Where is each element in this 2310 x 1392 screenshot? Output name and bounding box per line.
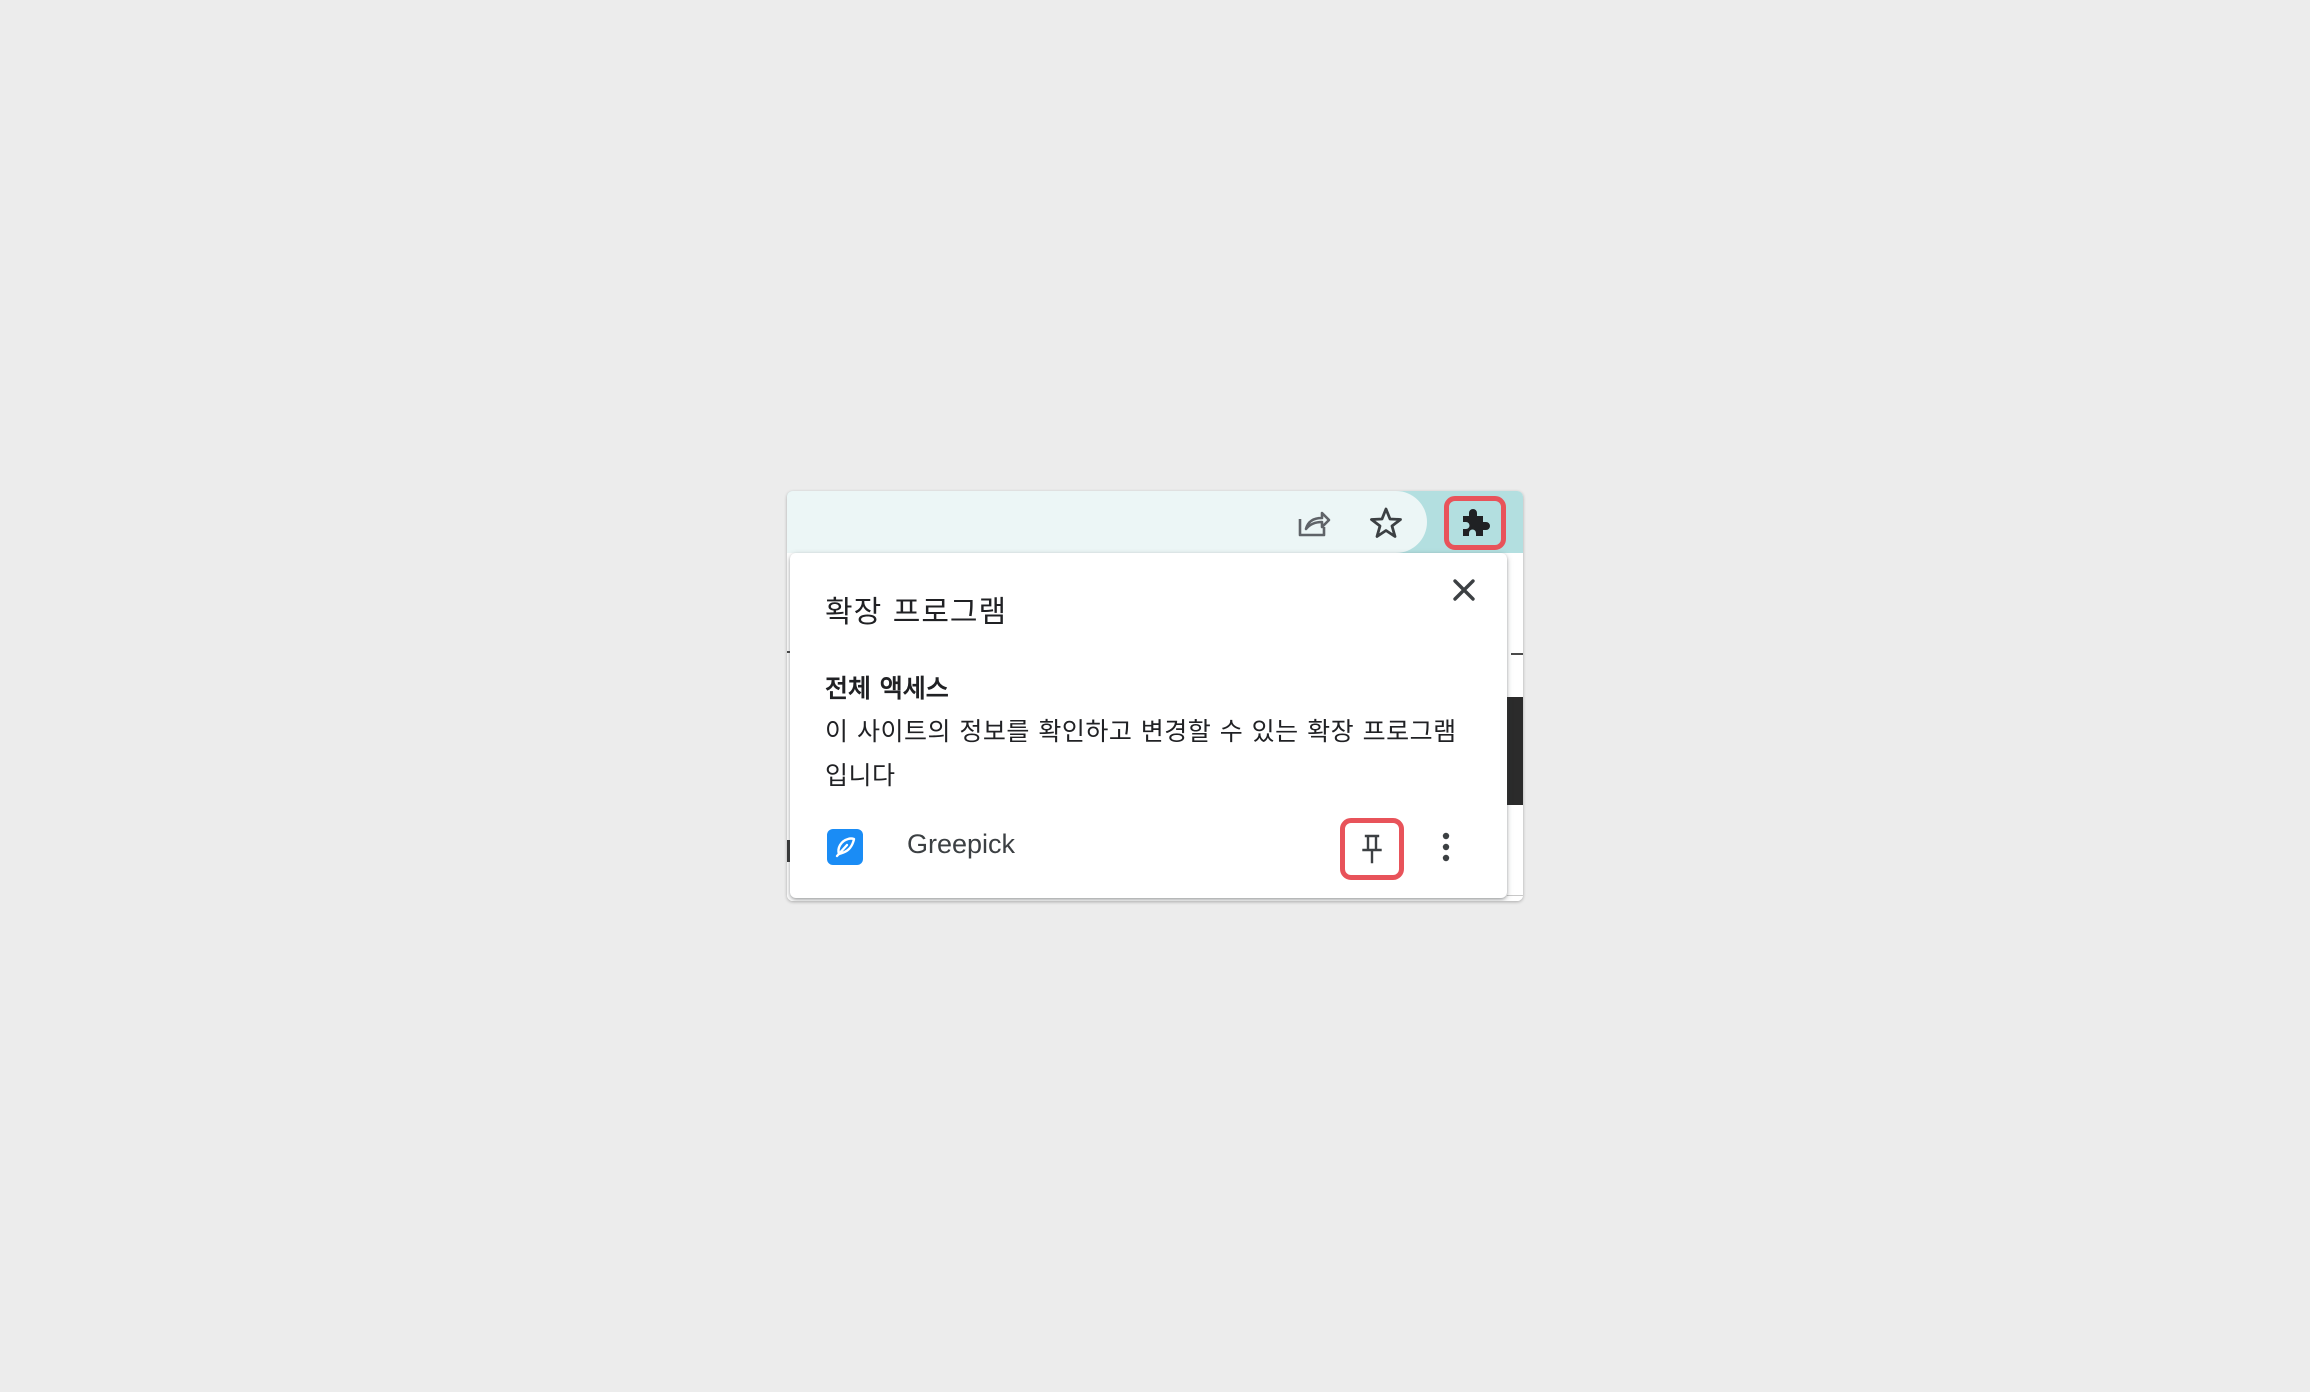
screenshot-stage: 확장 프로그램 전체 액세스 이 사이트의 정보를 확인하고 변경할 수 있는 …	[0, 0, 2310, 1392]
more-vertical-icon	[1442, 832, 1450, 862]
extension-more-options-button[interactable]	[1426, 827, 1466, 867]
page-dark-banner	[1507, 697, 1523, 805]
extension-name: Greepick	[907, 829, 1016, 859]
greepick-logo-icon	[827, 829, 863, 865]
full-access-description: 이 사이트의 정보를 확인하고 변경할 수 있는 확장 프로그램입니다	[825, 717, 1457, 790]
extensions-button[interactable]	[1444, 496, 1506, 550]
pin-extension-button[interactable]	[1340, 818, 1404, 880]
popup-title: 확장 프로그램	[825, 595, 1008, 630]
page-rule	[1507, 895, 1523, 896]
close-button[interactable]	[1445, 571, 1483, 609]
browser-toolbar	[787, 491, 1523, 553]
share-button[interactable]	[1292, 501, 1336, 545]
share-icon	[1298, 511, 1331, 537]
pin-icon	[1362, 834, 1382, 864]
extensions-popup: 확장 프로그램 전체 액세스 이 사이트의 정보를 확인하고 변경할 수 있는 …	[790, 553, 1507, 898]
extensions-puzzle-icon	[1463, 509, 1490, 536]
full-access-heading: 전체 액세스	[825, 674, 949, 703]
star-icon	[1370, 507, 1402, 538]
close-icon	[1453, 579, 1475, 601]
extension-row-greepick[interactable]: Greepick	[790, 813, 1507, 880]
page-divider-right	[1511, 653, 1523, 655]
browser-window-crop: 확장 프로그램 전체 액세스 이 사이트의 정보를 확인하고 변경할 수 있는 …	[787, 491, 1523, 901]
bookmark-star-button[interactable]	[1364, 501, 1408, 545]
